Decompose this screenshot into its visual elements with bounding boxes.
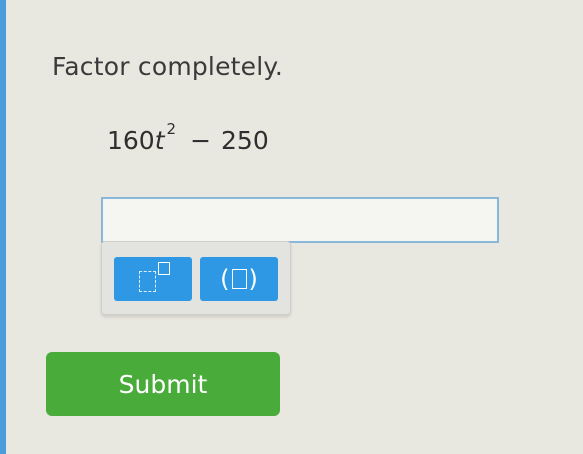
base-placeholder-icon xyxy=(139,271,156,292)
question-prompt: Factor completely. xyxy=(52,52,283,81)
expression-coefficient: 160 xyxy=(107,126,155,155)
expression-exponent: 2 xyxy=(166,120,177,138)
submit-button[interactable]: Submit xyxy=(46,352,280,416)
math-palette: () xyxy=(101,241,291,315)
parentheses-box-icon: () xyxy=(220,265,258,293)
superscript-box-icon xyxy=(158,262,170,275)
parentheses-template-button[interactable]: () xyxy=(200,257,278,301)
expression-variable: t xyxy=(154,126,165,155)
expression-constant: 250 xyxy=(221,126,269,155)
accent-edge xyxy=(0,0,6,454)
math-expression: 160t 2−250 xyxy=(107,120,269,155)
exponent-template-button[interactable] xyxy=(114,257,192,301)
answer-input[interactable] xyxy=(101,197,499,243)
expression-operator: − xyxy=(190,126,212,155)
